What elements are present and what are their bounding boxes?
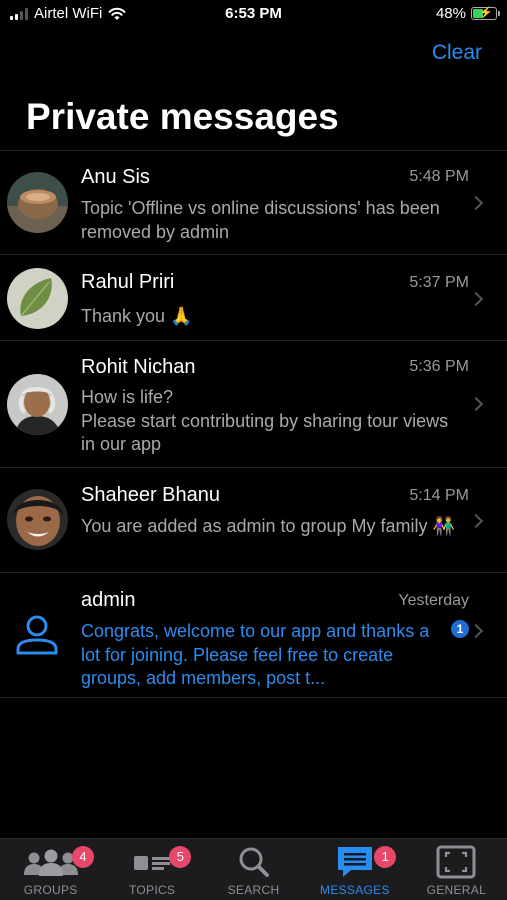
- sender-name: admin: [81, 589, 136, 611]
- messages-icon: [335, 844, 375, 885]
- list-item[interactable]: Anu Sis 5:48 PM Topic 'Offline vs online…: [0, 150, 507, 254]
- avatar: [7, 172, 68, 233]
- chevron-right-icon: [468, 623, 484, 639]
- praying-hands-emoji: 🙏: [170, 306, 193, 326]
- tab-label: TOPICS: [128, 883, 176, 897]
- tab-badge: 1: [374, 846, 397, 868]
- sender-name: Rahul Priri: [81, 271, 175, 293]
- status-right: 48% ⚡: [435, 5, 500, 22]
- message-preview: Topic 'Offline vs online discussions' ha…: [81, 198, 440, 242]
- sender-name: Anu Sis: [81, 166, 150, 188]
- tab-badge: 5: [169, 846, 192, 868]
- tab-badge: 4: [72, 846, 94, 868]
- list-item[interactable]: Rahul Priri 5:37 PM Thank you 🙏: [0, 254, 507, 340]
- message-preview: How is life? Please start contributing b…: [81, 386, 455, 457]
- sender-name: Rohit Nichan: [81, 356, 196, 378]
- battery-charging-icon: ⚡: [471, 7, 500, 20]
- topics-icon: [132, 851, 172, 880]
- status-time: 6:53 PM: [225, 5, 282, 22]
- chevron-right-icon: [468, 513, 484, 529]
- message-time: 5:36 PM: [409, 358, 469, 375]
- tab-groups[interactable]: 4 GROUPS: [0, 839, 101, 900]
- page-title: Private messages: [26, 96, 339, 137]
- chevron-right-icon: [468, 195, 484, 211]
- list-item[interactable]: admin Yesterday Congrats, welcome to our…: [0, 572, 507, 698]
- message-time: 5:14 PM: [409, 487, 469, 504]
- list-item[interactable]: Rohit Nichan 5:36 PM How is life? Please…: [0, 340, 507, 467]
- tab-label: MESSAGES: [320, 883, 390, 897]
- message-preview: Thank you 🙏: [81, 305, 455, 329]
- admin-person-icon: [7, 603, 68, 664]
- groups-icon: [23, 847, 78, 882]
- tab-general[interactable]: GENERAL: [406, 839, 507, 900]
- message-time: 5:48 PM: [409, 168, 469, 185]
- message-text: Thank you: [81, 306, 166, 326]
- message-preview: You are added as admin to group My famil…: [81, 515, 463, 539]
- tab-messages[interactable]: 1 MESSAGES: [304, 839, 405, 900]
- message-time: Yesterday: [398, 592, 469, 609]
- message-text-line: Please start contributing by sharing tou…: [81, 410, 449, 455]
- tab-search[interactable]: SEARCH: [203, 839, 304, 900]
- tab-topics[interactable]: 5 TOPICS: [101, 839, 202, 900]
- search-icon: [238, 846, 270, 883]
- avatar: [7, 268, 68, 329]
- message-time: 5:37 PM: [409, 274, 469, 291]
- avatar: [7, 374, 68, 435]
- message-text: You are added as admin to group My famil…: [81, 516, 428, 536]
- couple-emoji: 👫: [432, 516, 455, 536]
- message-preview: Congrats, welcome to our app and thanks …: [81, 621, 430, 688]
- tab-label: SEARCH: [227, 883, 280, 897]
- chevron-right-icon: [468, 291, 484, 307]
- list-item[interactable]: Shaheer Bhanu 5:14 PM You are added as a…: [0, 467, 507, 572]
- clear-button[interactable]: Clear: [432, 41, 482, 65]
- unread-badge: 1: [451, 620, 469, 638]
- avatar: [7, 489, 68, 550]
- sender-name: Shaheer Bhanu: [81, 484, 221, 506]
- tab-bar: 4 GROUPS 5 TOPICS SEARCH 1 MESSAGES GENE…: [0, 838, 507, 900]
- status-bar: Airtel WiFi 6:53 PM 48% ⚡: [0, 0, 507, 30]
- general-icon: [436, 845, 476, 884]
- tab-label: GENERAL: [426, 883, 487, 897]
- message-text-line: How is life?: [81, 387, 174, 407]
- chevron-right-icon: [468, 396, 484, 412]
- message-list: Anu Sis 5:48 PM Topic 'Offline vs online…: [0, 150, 507, 698]
- battery-percent: 48%: [435, 5, 466, 22]
- tab-label: GROUPS: [23, 883, 78, 897]
